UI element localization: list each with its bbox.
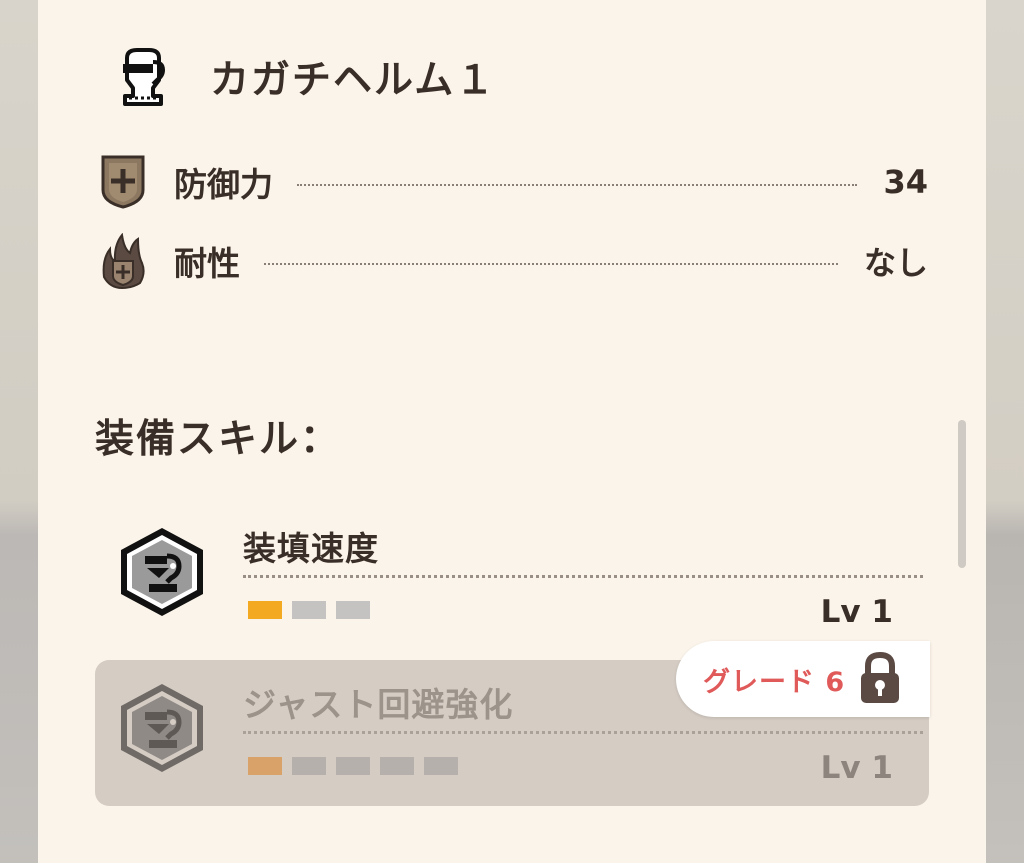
grade-lock-badge[interactable]: グレード 6 — [676, 641, 930, 717]
stat-label: 耐性 — [174, 244, 240, 283]
lock-icon — [861, 651, 899, 703]
stat-row-defense: 防御力 34 — [100, 154, 928, 210]
dotted-divider — [243, 575, 923, 578]
skill-name: 装填速度 — [243, 529, 379, 568]
stat-label: 防御力 — [174, 165, 273, 204]
dotted-leader — [264, 263, 838, 265]
helmet-icon — [123, 48, 166, 106]
level-segment-empty — [380, 757, 414, 775]
level-segment-empty — [336, 757, 370, 775]
dotted-divider — [243, 731, 923, 734]
equipment-skills-heading: 装備スキル： — [95, 417, 342, 462]
skill-item-reload-speed[interactable]: 装填速度 Lv 1 — [95, 504, 929, 650]
level-segment-filled — [248, 601, 282, 619]
level-segment-filled — [248, 757, 282, 775]
stat-value: なし — [863, 244, 928, 282]
gunner-skill-badge-icon — [121, 528, 203, 616]
defense-shield-icon — [101, 155, 145, 209]
skill-level-label: Lv 1 — [820, 750, 893, 786]
armor-name: カガチヘルム１ — [210, 58, 497, 103]
background-right-edge — [986, 0, 1024, 863]
background-left-edge — [0, 0, 38, 863]
grade-requirement-label: グレード 6 — [703, 666, 846, 698]
resistance-flame-icon — [102, 233, 145, 289]
gunner-skill-badge-icon — [121, 684, 203, 772]
scrollbar-thumb[interactable] — [958, 420, 966, 568]
skill-level-label: Lv 1 — [820, 594, 893, 630]
skill-level-bar — [248, 757, 458, 775]
armor-header: カガチヘルム１ — [113, 46, 496, 108]
level-segment-empty — [336, 601, 370, 619]
level-segment-empty — [292, 601, 326, 619]
stat-row-resistance: 耐性 なし — [100, 233, 928, 289]
level-segment-empty — [424, 757, 458, 775]
dotted-leader — [297, 184, 858, 186]
armor-detail-panel: カガチヘルム１ 防御力 34 耐性 なし 装備スキル： 装填速度 Lv 1 ジャ… — [38, 0, 986, 863]
skill-name: ジャスト回避強化 — [243, 685, 514, 724]
skill-level-bar — [248, 601, 370, 619]
level-segment-empty — [292, 757, 326, 775]
stat-value: 34 — [883, 163, 928, 201]
